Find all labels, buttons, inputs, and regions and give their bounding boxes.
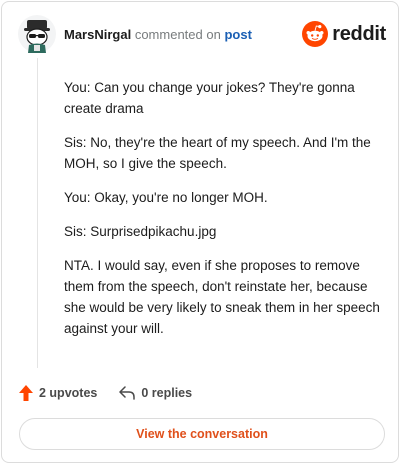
- avatar[interactable]: [18, 15, 56, 53]
- upvote-arrow-icon: [19, 385, 33, 401]
- comment-card: MarsNirgal commented on post reddit You:…: [1, 1, 399, 463]
- comment-paragraph: Sis: Surprisedpikachu.jpg: [64, 224, 217, 239]
- upvote-stat[interactable]: 2 upvotes: [19, 385, 97, 401]
- comment-paragraph: Sis: No, they're the heart of my speech.…: [64, 135, 371, 171]
- comment-paragraph: You: Can you change your jokes? They're …: [64, 80, 355, 116]
- comment-body: You: Can you change your jokes? They're …: [64, 77, 384, 352]
- view-conversation-button[interactable]: View the conversation: [19, 418, 385, 450]
- comment-paragraph: NTA. I would say, even if she proposes t…: [64, 258, 380, 336]
- post-link[interactable]: post: [224, 27, 251, 42]
- author-name[interactable]: MarsNirgal: [64, 27, 131, 42]
- thread-line: [37, 58, 38, 368]
- reddit-snoo-icon: [302, 21, 329, 47]
- reddit-wordmark: reddit: [332, 22, 386, 45]
- reddit-logo[interactable]: reddit: [302, 20, 386, 48]
- comment-footer: 2 upvotes 0 replies: [19, 383, 214, 403]
- comment-paragraph: You: Okay, you're no longer MOH.: [64, 190, 268, 205]
- reply-arrow-icon: [119, 386, 136, 400]
- comment-header: MarsNirgal commented on post reddit: [18, 15, 386, 53]
- upvote-count: 2 upvotes: [39, 386, 98, 400]
- action-text: commented on: [134, 27, 221, 42]
- author-line: MarsNirgal commented on post: [64, 27, 252, 43]
- reply-stat[interactable]: 0 replies: [119, 386, 192, 400]
- reply-count: 0 replies: [141, 386, 193, 400]
